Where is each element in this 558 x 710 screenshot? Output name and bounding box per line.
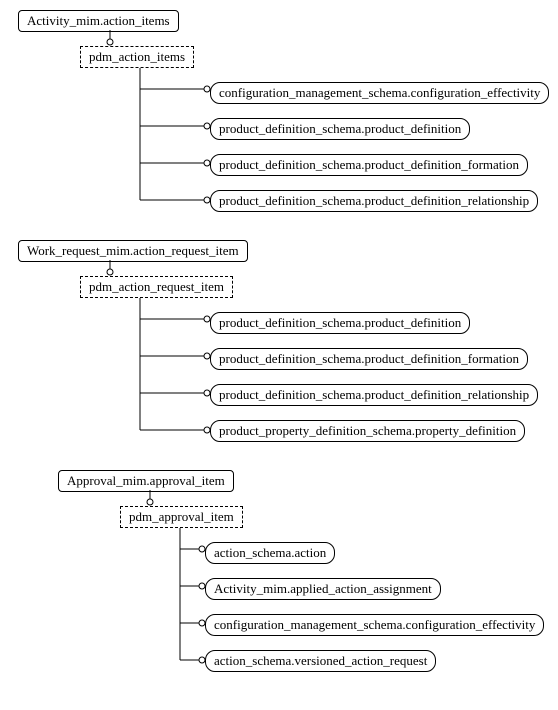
item-node: configuration_management_schema.configur… [210,82,549,104]
root-node: Work_request_mim.action_request_item [18,240,248,262]
item-row: configuration_management_schema.configur… [210,82,558,104]
tree-group: Approval_mim.approval_item pdm_approval_… [50,470,558,680]
item-row: action_schema.action [205,542,558,564]
item-row: action_schema.versioned_action_request [205,650,558,672]
connector-lines [10,240,558,450]
item-row: configuration_management_schema.configur… [205,614,558,636]
connector-lines [10,10,558,220]
item-node: Activity_mim.applied_action_assignment [205,578,441,600]
item-row: product_definition_schema.product_defini… [210,348,558,370]
sub-node: pdm_action_items [80,46,194,68]
item-row: product_property_definition_schema.prope… [210,420,558,442]
connector-lines [50,470,558,680]
tree-group: Activity_mim.action_items pdm_action_ite… [10,10,558,220]
item-row: product_definition_schema.product_defini… [210,154,558,176]
sub-node: pdm_action_request_item [80,276,233,298]
tree-group: Work_request_mim.action_request_item pdm… [10,240,558,450]
item-node: product_definition_schema.product_defini… [210,118,470,140]
item-row: product_definition_schema.product_defini… [210,384,558,406]
item-row: product_definition_schema.product_defini… [210,118,558,140]
item-node: product_definition_schema.product_defini… [210,190,538,212]
item-row: product_definition_schema.product_defini… [210,190,558,212]
item-node: configuration_management_schema.configur… [205,614,544,636]
item-node: product_definition_schema.product_defini… [210,154,528,176]
root-node: Approval_mim.approval_item [58,470,234,492]
item-node: product_property_definition_schema.prope… [210,420,525,442]
item-node: product_definition_schema.product_defini… [210,312,470,334]
root-node: Activity_mim.action_items [18,10,179,32]
item-node: product_definition_schema.product_defini… [210,348,528,370]
sub-node: pdm_approval_item [120,506,243,528]
item-row: product_definition_schema.product_defini… [210,312,558,334]
item-row: Activity_mim.applied_action_assignment [205,578,558,600]
item-node: action_schema.versioned_action_request [205,650,436,672]
item-node: product_definition_schema.product_defini… [210,384,538,406]
item-node: action_schema.action [205,542,335,564]
